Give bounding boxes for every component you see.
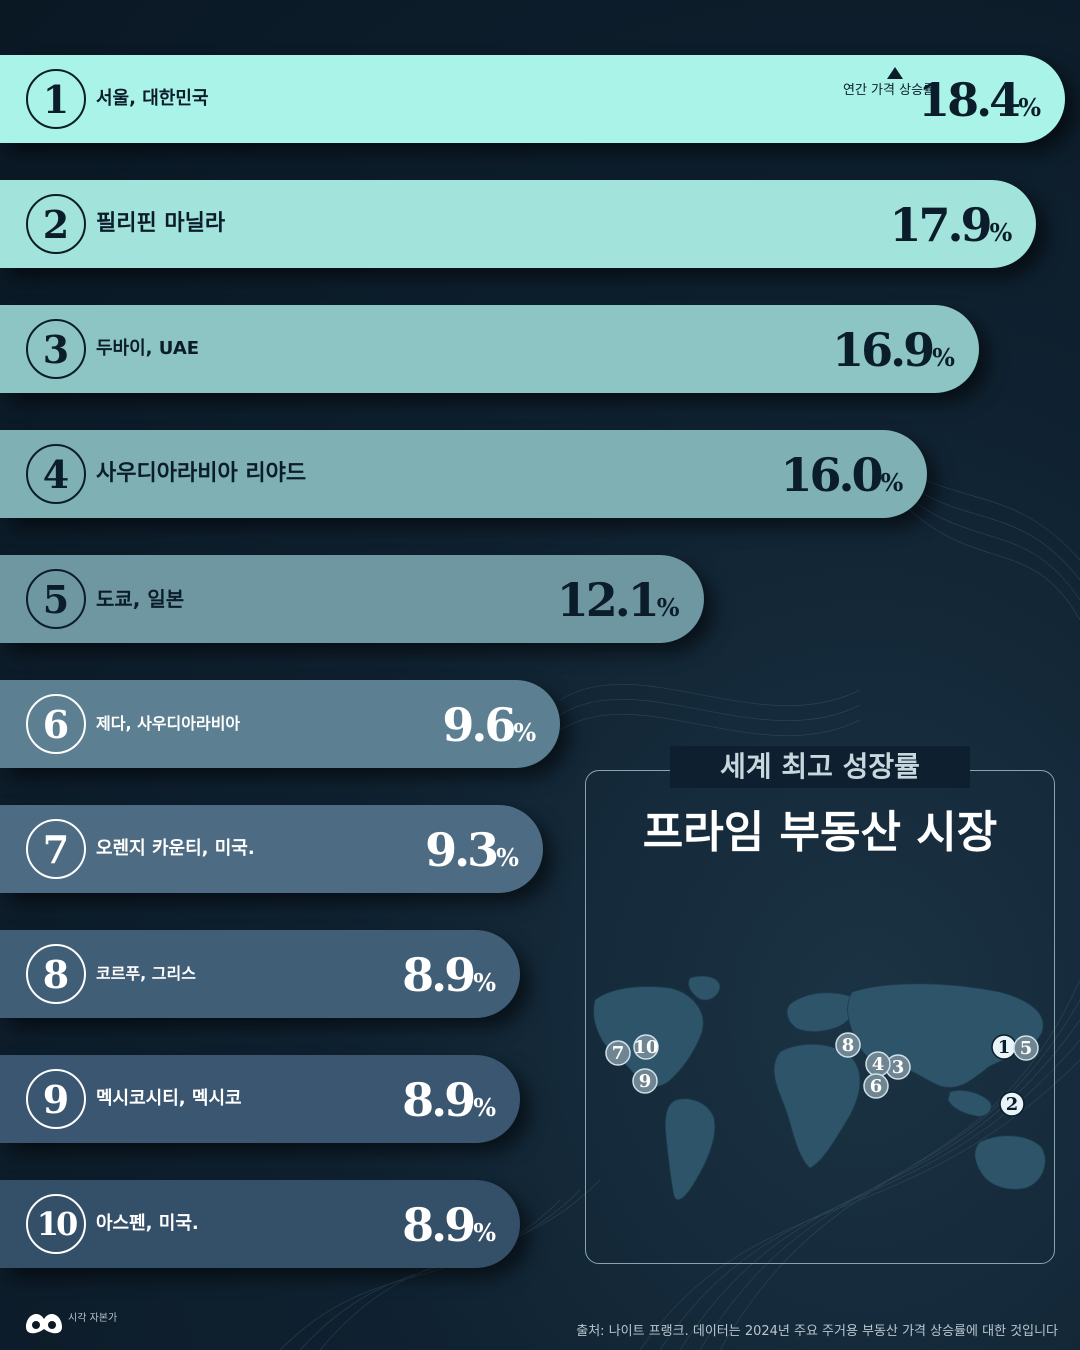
map-marker-label: 8 bbox=[842, 1035, 855, 1056]
chart-subtitle: 세계 최고 성장률 bbox=[670, 746, 970, 788]
category-label: 도쿄, 일본 bbox=[96, 587, 185, 611]
map-marker-label: 9 bbox=[639, 1071, 652, 1092]
map-marker-label: 7 bbox=[612, 1043, 625, 1064]
map-marker-label: 10 bbox=[633, 1037, 658, 1058]
value-number: 9.3 bbox=[425, 823, 499, 877]
up-triangle-icon bbox=[887, 67, 903, 79]
value-unit: % bbox=[513, 718, 537, 747]
rank-number: 4 bbox=[42, 451, 70, 497]
value-unit: % bbox=[496, 843, 519, 872]
rank-badge: 8 bbox=[26, 944, 86, 1004]
rank-number: 7 bbox=[42, 826, 70, 872]
bar-10: 10 아스펜, 미국. 8.9% bbox=[0, 1180, 520, 1268]
south-america-shape bbox=[664, 1098, 716, 1201]
value-unit: % bbox=[473, 968, 496, 997]
rank-badge: 10 bbox=[26, 1194, 86, 1254]
category-label: 사우디아라비아 리야드 bbox=[96, 461, 307, 486]
rank-badge: 6 bbox=[26, 694, 86, 754]
rank-number: 1 bbox=[42, 76, 70, 122]
map-marker-label: 1 bbox=[998, 1037, 1011, 1058]
value-label: 8.9% bbox=[402, 1190, 496, 1260]
value-unit: % bbox=[656, 593, 680, 622]
bar-7: 7 오렌지 카운티, 미국. 9.3% bbox=[0, 805, 543, 893]
rank-number: 3 bbox=[42, 326, 70, 372]
value-number: 17.9 bbox=[889, 198, 992, 252]
value-unit: % bbox=[932, 343, 955, 372]
chart-title: 프라임 부동산 시장 bbox=[642, 807, 998, 858]
category-label: 오렌지 카운티, 미국. bbox=[96, 838, 255, 859]
rank-badge: 5 bbox=[26, 569, 86, 629]
australia-shape bbox=[974, 1135, 1046, 1190]
value-label: 17.9% bbox=[889, 190, 1012, 260]
value-number: 12.1 bbox=[556, 573, 660, 627]
rank-number: 8 bbox=[42, 951, 70, 997]
category-label: 제다, 사우디아라비아 bbox=[96, 714, 241, 733]
category-label: 서울, 대한민국 bbox=[96, 88, 209, 109]
value-unit: % bbox=[989, 218, 1013, 247]
value-unit: % bbox=[1018, 93, 1041, 122]
value-label: 9.3% bbox=[425, 815, 519, 885]
value-number: 8.9 bbox=[402, 1198, 476, 1252]
bar-5: 5 도쿄, 일본 12.1% bbox=[0, 555, 704, 643]
map-marker-label: 4 bbox=[872, 1054, 885, 1075]
value-number: 16.0 bbox=[780, 448, 883, 502]
value-unit: % bbox=[473, 1093, 496, 1122]
rank-badge: 1 bbox=[26, 69, 86, 129]
rank-number: 9 bbox=[42, 1076, 70, 1122]
rank-badge: 2 bbox=[26, 194, 86, 254]
value-label: 16.0% bbox=[780, 440, 903, 510]
bar-3: 3 두바이, UAE 16.9% bbox=[0, 305, 979, 393]
rank-badge: 3 bbox=[26, 319, 86, 379]
category-label: 코르푸, 그리스 bbox=[96, 964, 196, 983]
map-marker-label: 2 bbox=[1006, 1094, 1019, 1115]
value-label: 8.9% bbox=[402, 940, 496, 1010]
africa-shape bbox=[773, 1043, 861, 1169]
rank-badge: 7 bbox=[26, 819, 86, 879]
brand-name: 시각 자본가 bbox=[68, 1313, 118, 1324]
rank-number: 5 bbox=[42, 576, 70, 622]
rank-number: 6 bbox=[42, 701, 70, 747]
category-label: 필리핀 마닐라 bbox=[96, 211, 226, 236]
southeast-asia-shape bbox=[947, 1090, 992, 1117]
greenland-shape bbox=[688, 975, 721, 1001]
value-unit: % bbox=[473, 1218, 496, 1247]
bar-1: 1 서울, 대한민국 18.4% 연간 가격 상승률 bbox=[0, 55, 1065, 143]
visual-capitalist-logo bbox=[26, 1313, 62, 1334]
bar-4: 4 사우디아라비아 리야드 16.0% bbox=[0, 430, 928, 518]
annotation-label: 연간 가격 상승률 bbox=[843, 67, 935, 98]
europe-shape bbox=[786, 992, 856, 1032]
map-marker-label: 5 bbox=[1020, 1038, 1033, 1059]
value-number: 16.9 bbox=[832, 323, 935, 377]
bar-6: 6 제다, 사우디아라비아 9.6% bbox=[0, 680, 561, 768]
category-label: 두바이, UAE bbox=[96, 338, 200, 359]
value-label: 8.9% bbox=[402, 1065, 496, 1135]
map-marker-label: 6 bbox=[870, 1076, 883, 1097]
rank-badge: 4 bbox=[26, 444, 86, 504]
rank-number: 2 bbox=[42, 201, 70, 247]
bar-2: 2 필리핀 마닐라 17.9% bbox=[0, 180, 1037, 268]
value-label: 16.9% bbox=[832, 315, 955, 385]
source-note: 출처: 나이트 프랭크. 데이터는 2024년 주요 주거용 부동산 가격 상승… bbox=[576, 1324, 1058, 1339]
category-label: 아스펜, 미국. bbox=[96, 1213, 199, 1234]
category-label: 멕시코시티, 멕시코 bbox=[96, 1088, 242, 1109]
annotation-text: 연간 가격 상승률 bbox=[843, 83, 935, 98]
value-label: 12.1% bbox=[557, 565, 680, 635]
map-marker-label: 3 bbox=[892, 1057, 905, 1078]
value-number: 8.9 bbox=[402, 1073, 476, 1127]
value-label: 18.4% bbox=[918, 65, 1041, 135]
world-map: 1 2 34 5 6 7 8 9 10 bbox=[593, 975, 1046, 1201]
value-unit: % bbox=[880, 468, 904, 497]
value-number: 8.9 bbox=[402, 948, 476, 1002]
continents bbox=[593, 975, 1046, 1201]
rank-number: 10 bbox=[36, 1205, 78, 1243]
bar-9: 9 멕시코시티, 멕시코 8.9% bbox=[0, 1055, 520, 1143]
value-number: 9.6 bbox=[442, 698, 516, 752]
rank-badge: 9 bbox=[26, 1069, 86, 1129]
bar-8: 8 코르푸, 그리스 8.9% bbox=[0, 930, 520, 1018]
value-label: 9.6% bbox=[442, 690, 536, 760]
